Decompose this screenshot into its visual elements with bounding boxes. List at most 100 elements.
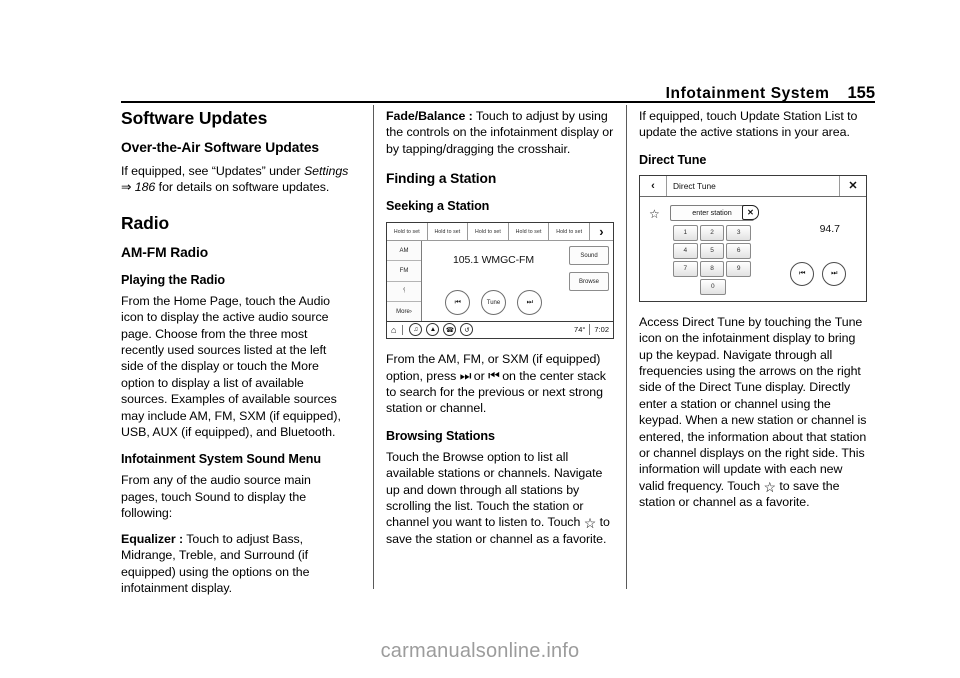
column-divider-1: [373, 105, 375, 589]
status-separator: [402, 324, 404, 335]
access-text-a: Access Direct Tune by touching the Tune …: [639, 314, 867, 493]
seek-previous-icon[interactable]: ⏮: [445, 290, 470, 316]
paragraph-ota: If equipped, see “Updates” under Setting…: [121, 163, 351, 196]
status-bar-right: 74° 7:02: [574, 324, 609, 336]
source-button-am[interactable]: AM: [387, 241, 421, 262]
keypad-row: 0: [673, 278, 751, 295]
apps-icon[interactable]: ↺: [460, 323, 474, 337]
clock-readout: 7:02: [594, 325, 609, 335]
source-rail: AM FM ᛩ More›: [387, 241, 422, 322]
radio-center: 105.1 WMGC-FM ⏮ Tune ⏭: [422, 241, 565, 321]
back-icon[interactable]: ‹: [640, 175, 667, 196]
right-rail: Sound Browse: [565, 241, 613, 321]
key-5[interactable]: 5: [699, 242, 725, 259]
key-4[interactable]: 4: [673, 242, 698, 259]
source-button-more[interactable]: More›: [387, 301, 421, 322]
preset-button-3[interactable]: Hold to set: [468, 223, 509, 241]
backspace-icon[interactable]: ✕: [742, 204, 759, 220]
direct-tune-body: ☆ enter station ✕ 1 2 3 4 5 6 7 8 9 0 94…: [640, 197, 866, 300]
numeric-keypad: 1 2 3 4 5 6 7 8 9 0: [673, 224, 752, 297]
sound-button[interactable]: Sound: [569, 246, 609, 266]
enter-station-input[interactable]: enter station ✕: [670, 204, 759, 221]
preset-button-2[interactable]: Hold to set: [427, 223, 469, 241]
browse-button[interactable]: Browse: [569, 272, 609, 292]
key-8[interactable]: 8: [699, 260, 725, 277]
column-1: Software Updates Over-the-Air Software U…: [121, 108, 351, 605]
frequency-readout: 94.7: [819, 222, 840, 235]
source-button-fm[interactable]: FM: [387, 261, 421, 282]
key-9[interactable]: 9: [726, 260, 752, 277]
keypad-row: 1 2 3: [673, 224, 752, 241]
heading-software-updates: Software Updates: [121, 108, 268, 128]
preset-button-1[interactable]: Hold to set: [387, 223, 428, 241]
tune-previous-icon[interactable]: ⏮: [790, 261, 814, 286]
paragraph-access-direct-tune: Access Direct Tune by touching the Tune …: [639, 314, 867, 510]
ota-text-b: for details on software updates.: [155, 180, 330, 195]
heading-finding-a-station: Finding a Station: [386, 171, 497, 187]
fade-balance-label: Fade/Balance :: [386, 109, 473, 123]
status-bar: ⌂ ♫ ▲ ☎ ↺ 74° 7:02: [387, 321, 613, 337]
key-2[interactable]: 2: [699, 224, 725, 241]
heading-am-fm-radio: AM-FM Radio: [121, 244, 209, 260]
preset-button-4[interactable]: Hold to set: [508, 223, 550, 241]
watermark: carmanualsonline.info: [380, 640, 580, 662]
browse-text-a: Touch the Browse option to list all avai…: [386, 449, 603, 530]
seek-next-glyph-icon: ⏭: [459, 367, 472, 383]
heading-ota-software-updates: Over-the-Air Software Updates: [121, 140, 319, 155]
seek-next-icon[interactable]: ⏭: [517, 290, 542, 316]
heading-direct-tune: Direct Tune: [639, 152, 707, 167]
heading-browsing-stations: Browsing Stations: [386, 428, 495, 443]
heading-seeking-a-station: Seeking a Station: [386, 199, 490, 214]
key-7[interactable]: 7: [673, 260, 698, 277]
keypad-row: 7 8 9: [673, 260, 752, 277]
tune-next-icon[interactable]: ⏭: [822, 261, 846, 286]
home-icon[interactable]: ⌂: [391, 325, 396, 335]
equalizer-label: Equalizer :: [121, 531, 184, 546]
paragraph-sound-menu: From any of the audio source main pages,…: [121, 473, 311, 521]
paragraph-update-station-list: If equipped, touch Update Station List t…: [639, 109, 858, 140]
ota-ref-page: 186: [134, 180, 156, 195]
navigation-icon[interactable]: ▲: [426, 323, 440, 337]
station-name: 105.1 WMGC-FM: [453, 254, 534, 267]
page-number: 155: [847, 84, 875, 102]
status-bar-icons: ⌂ ♫ ▲ ☎ ↺: [391, 323, 474, 337]
direct-tune-title: Direct Tune: [673, 180, 716, 191]
tune-arrow-controls: ⏮ ⏭: [790, 261, 846, 286]
bluetooth-icon[interactable]: ᛩ: [387, 281, 421, 302]
paragraph-fade-balance: Fade/Balance : Touch to adjust by using …: [386, 108, 616, 157]
header-rule: [121, 101, 875, 103]
page-title: Infotainment System: [665, 85, 830, 102]
ota-ref-arrow-icon: ⇒: [121, 180, 132, 195]
heading-radio: Radio: [121, 212, 170, 233]
preset-next-icon[interactable]: ›: [590, 223, 613, 240]
transport-controls: ⏮ Tune ⏭: [422, 290, 565, 316]
close-icon[interactable]: ✕: [839, 175, 866, 196]
figure-direct-tune-screen: ‹ Direct Tune ✕ ☆ enter station ✕ 1 2 3: [639, 174, 867, 302]
key-3[interactable]: 3: [726, 224, 752, 241]
preset-button-5[interactable]: Hold to set: [549, 223, 590, 241]
phone-icon[interactable]: ☎: [443, 323, 457, 337]
key-6[interactable]: 6: [726, 242, 752, 259]
paragraph-playing-the-radio: From the Home Page, touch the Audio icon…: [121, 293, 341, 440]
seek-or: or: [470, 368, 489, 383]
ota-settings-ref: Settings: [303, 164, 349, 178]
ota-text-a: If equipped, see “Updates” under: [121, 164, 304, 178]
page-header: Infotainment System 155: [121, 80, 875, 103]
paragraph-equalizer: Equalizer : Touch to adjust Bass, Midran…: [121, 531, 351, 597]
paragraph-browsing: Touch the Browse option to list all avai…: [386, 449, 610, 546]
heading-sound-menu: Infotainment System Sound Menu: [121, 452, 321, 467]
heading-playing-the-radio: Playing the Radio: [121, 272, 225, 287]
preset-bar: Hold to set Hold to set Hold to set Hold…: [387, 223, 613, 242]
key-1[interactable]: 1: [673, 224, 698, 241]
manual-page: Infotainment System 155 Software Updates…: [0, 0, 960, 678]
enter-station-placeholder: enter station: [692, 208, 732, 218]
paragraph-seeking: From the AM, FM, or SXM (if equipped) op…: [386, 351, 616, 417]
column-divider-2: [626, 105, 628, 589]
tune-button[interactable]: Tune: [481, 290, 506, 316]
temperature-readout: 74°: [574, 325, 586, 335]
column-3: If equipped, touch Update Station List t…: [639, 108, 869, 520]
favorite-star-icon[interactable]: ☆: [649, 207, 660, 221]
music-icon[interactable]: ♫: [409, 323, 423, 337]
key-0[interactable]: 0: [699, 278, 726, 295]
radio-main-area: AM FM ᛩ More› 105.1 WMGC-FM ⏮ Tune ⏭ Sou…: [387, 241, 613, 322]
